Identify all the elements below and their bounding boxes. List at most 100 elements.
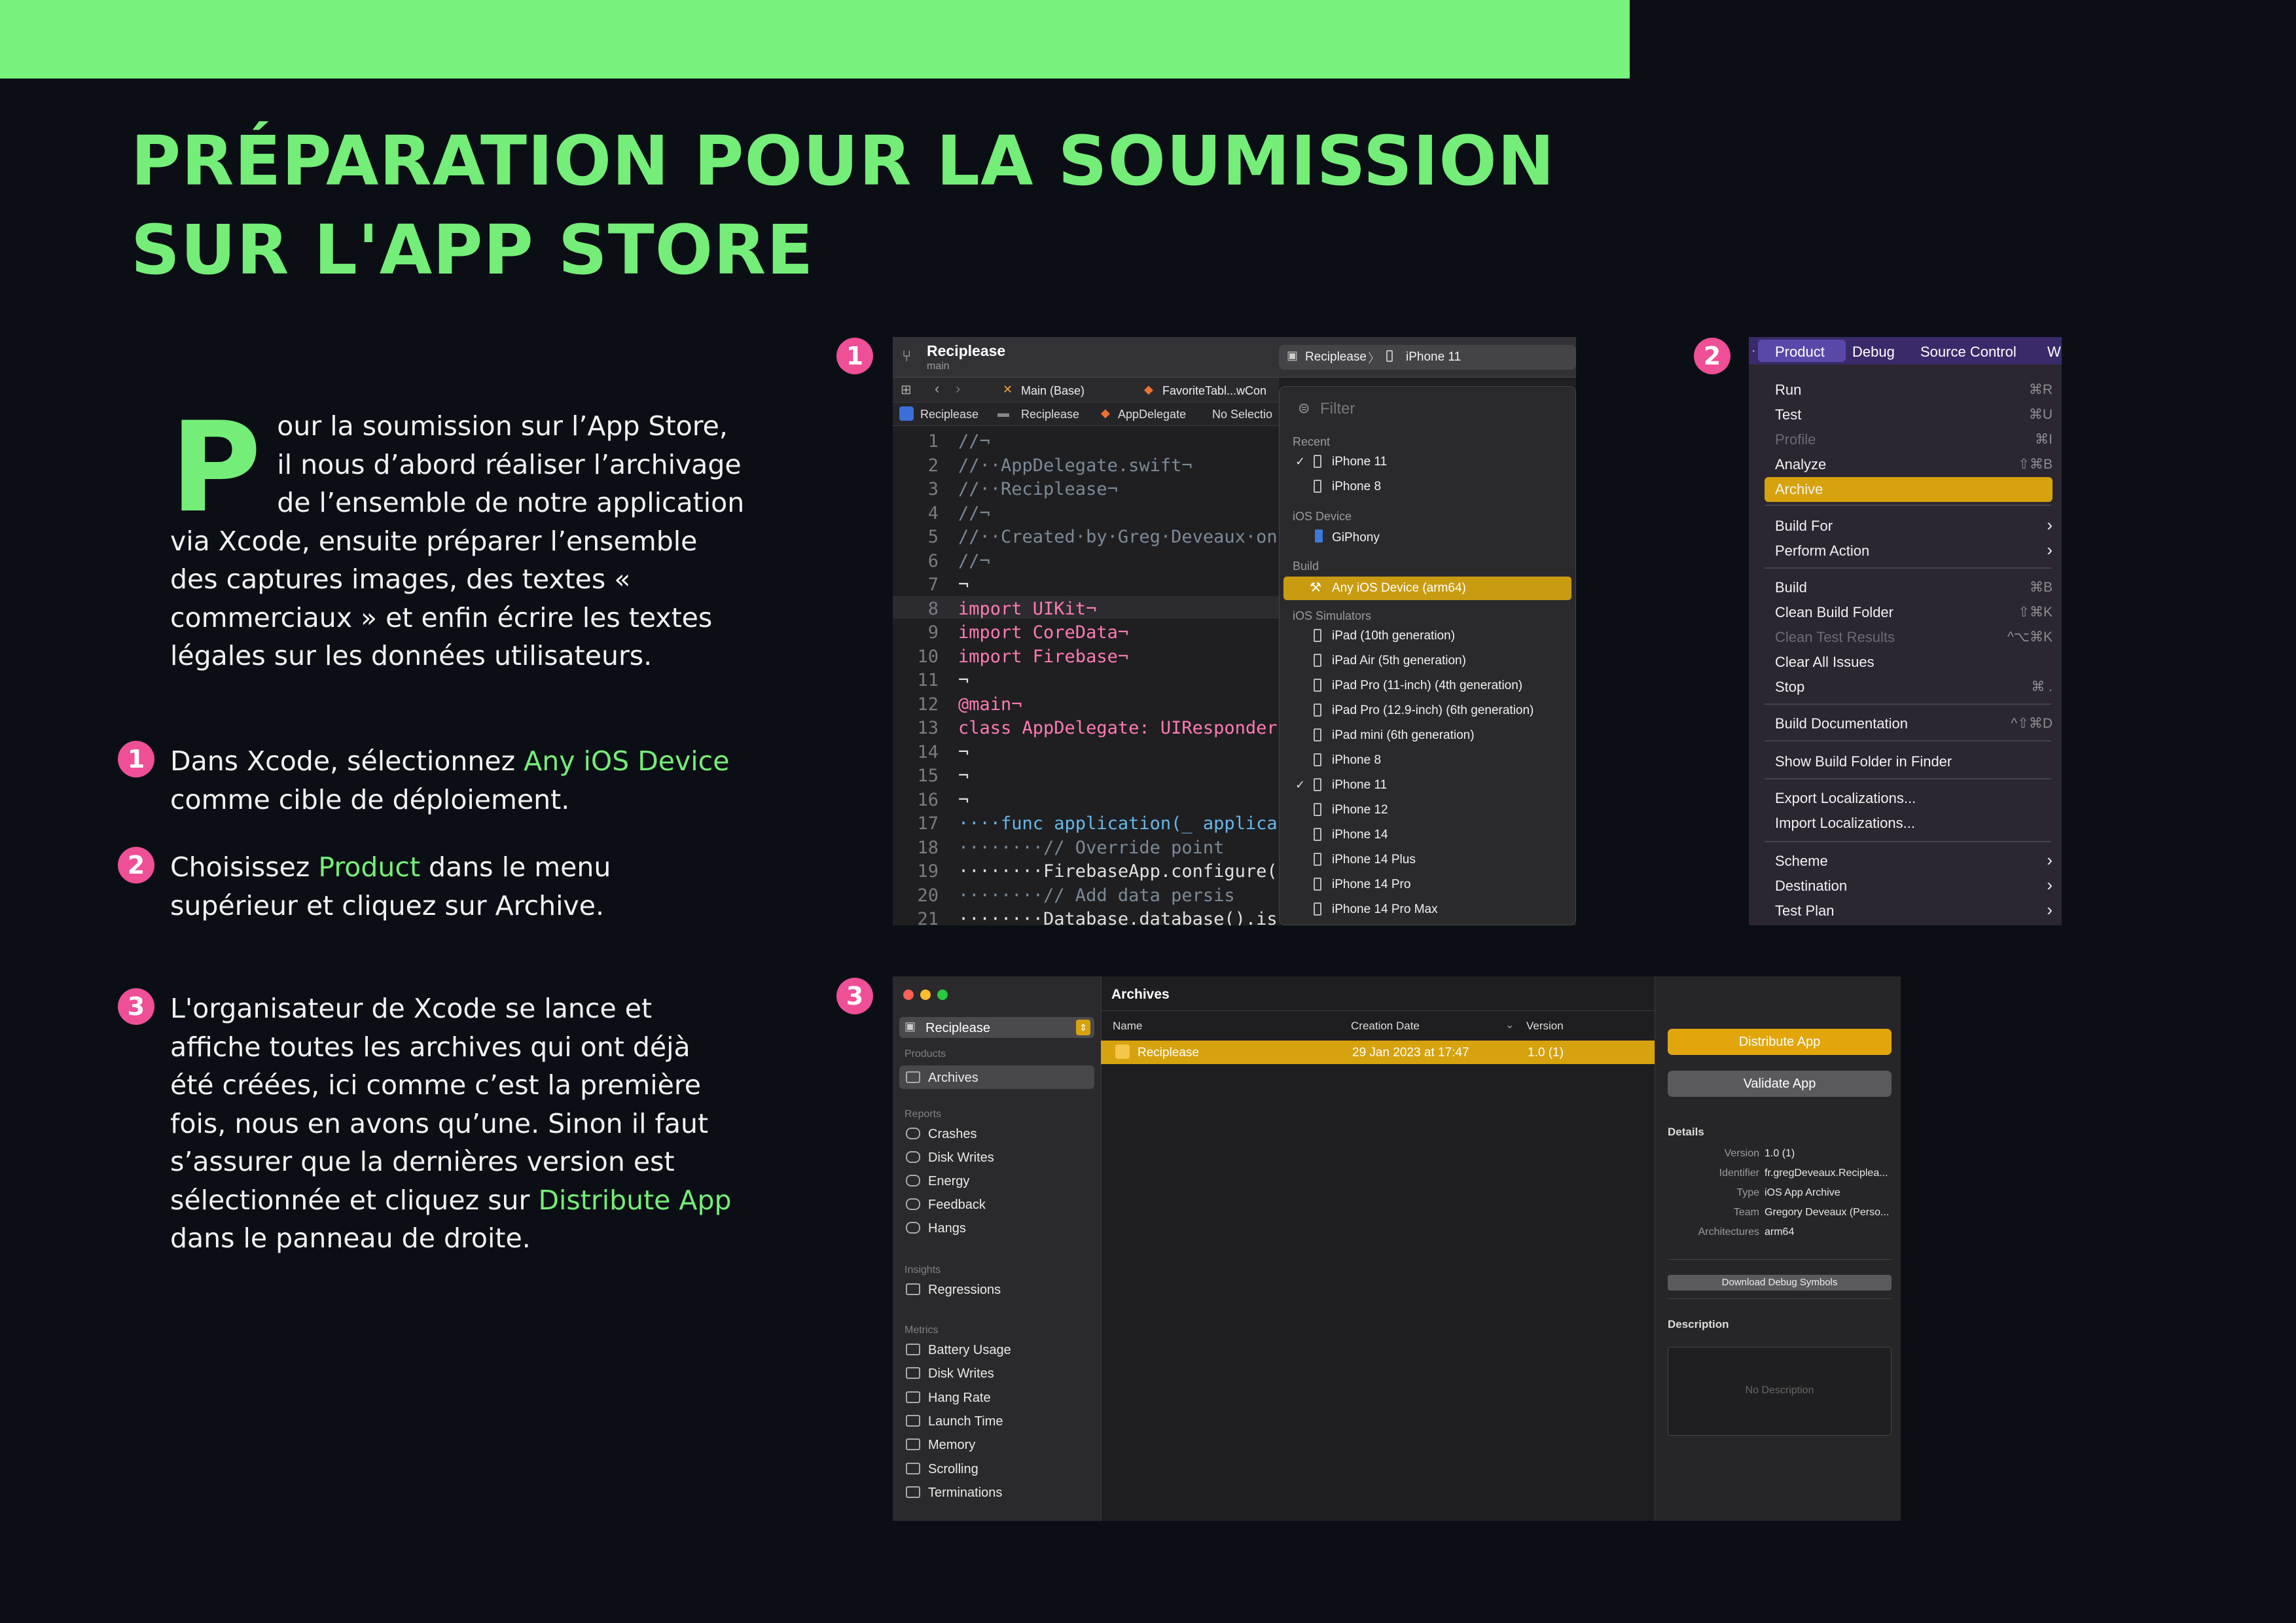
- menu-item-destination[interactable]: Destination: [1775, 878, 1847, 895]
- menu-item-import-localizations[interactable]: Import Localizations...: [1775, 815, 1915, 832]
- menu-item-build-documentation[interactable]: Build Documentation: [1775, 715, 1908, 732]
- distribute-app-button[interactable]: Distribute App: [1668, 1029, 1892, 1055]
- menu-item-profile[interactable]: Profile: [1775, 431, 1816, 448]
- sidebar-item-hang-rate[interactable]: Hang Rate: [928, 1391, 991, 1406]
- tab-main-base[interactable]: Main (Base): [1021, 384, 1085, 398]
- code-line[interactable]: ········// Add data persis: [958, 885, 1235, 906]
- menu-item-scheme[interactable]: Scheme: [1775, 853, 1828, 870]
- menu-item-export-localizations[interactable]: Export Localizations...: [1775, 790, 1916, 807]
- code-line[interactable]: //¬: [958, 503, 990, 524]
- sidebar-item-launch-time[interactable]: Launch Time: [928, 1414, 1003, 1429]
- sidebar-item-disk-writes[interactable]: Disk Writes: [928, 1366, 994, 1382]
- menu-item-build-for[interactable]: Build For: [1775, 518, 1833, 535]
- simulator-ipad-10th-generation[interactable]: iPad (10th generation): [1332, 629, 1455, 643]
- simulator-ipad-pro-12-9-inch-6th-generation[interactable]: iPad Pro (12.9-inch) (6th generation): [1332, 704, 1534, 718]
- menu-item-clean-build-folder[interactable]: Clean Build Folder: [1775, 604, 1893, 621]
- menu-item-perform-action[interactable]: Perform Action: [1775, 543, 1869, 560]
- simulator-ipad-air-5th-generation[interactable]: iPad Air (5th generation): [1332, 654, 1466, 668]
- menu-item-show-build-folder-in-finder[interactable]: Show Build Folder in Finder: [1775, 753, 1952, 770]
- simulator-iphone-14[interactable]: iPhone 14: [1332, 828, 1388, 842]
- code-line[interactable]: ¬: [958, 742, 969, 762]
- breadcrumb-group[interactable]: Reciplease: [1021, 408, 1079, 421]
- breadcrumb-project[interactable]: Reciplease: [920, 408, 978, 421]
- menu-item-archive[interactable]: Archive: [1775, 481, 1823, 498]
- sidebar-item-crashes[interactable]: Crashes: [928, 1127, 977, 1142]
- sidebar-item-battery-usage[interactable]: Battery Usage: [928, 1343, 1011, 1358]
- code-line[interactable]: import CoreData¬: [958, 622, 1128, 643]
- simulator-ipad-pro-11-inch-4th-generation[interactable]: iPad Pro (11-inch) (4th generation): [1332, 679, 1522, 693]
- menu-item-run[interactable]: Run: [1775, 382, 1801, 399]
- zoom-window-button[interactable]: [937, 990, 948, 1000]
- menu-item-clear-all-issues[interactable]: Clear All Issues: [1775, 654, 1874, 671]
- detail-value-type: iOS App Archive: [1765, 1187, 1840, 1198]
- simulator-iphone-14-pro[interactable]: iPhone 14 Pro: [1332, 878, 1410, 892]
- code-line[interactable]: //¬: [958, 431, 990, 452]
- breadcrumb-selection[interactable]: No Selectio: [1212, 408, 1272, 421]
- code-line[interactable]: import UIKit¬: [958, 599, 1096, 619]
- back-icon[interactable]: ‹: [935, 380, 939, 397]
- simulator-iphone-8[interactable]: iPhone 8: [1332, 753, 1381, 768]
- sidebar-item-regressions[interactable]: Regressions: [928, 1283, 1001, 1298]
- code-line[interactable]: ¬: [958, 575, 969, 595]
- menu-item-build[interactable]: Build: [1775, 579, 1807, 596]
- filter-input[interactable]: Filter: [1320, 400, 1355, 418]
- simulator-ipad-mini-6th-generation[interactable]: iPad mini (6th generation): [1332, 728, 1475, 743]
- simulator-iphone-14-plus[interactable]: iPhone 14 Plus: [1332, 853, 1416, 867]
- archive-version: 1.0 (1): [1528, 1046, 1564, 1060]
- sidebar-item-feedback[interactable]: Feedback: [928, 1198, 986, 1213]
- column-name[interactable]: Name: [1113, 1020, 1142, 1033]
- menu-debug[interactable]: Debug: [1852, 344, 1895, 361]
- sidebar-item-memory[interactable]: Memory: [928, 1438, 975, 1453]
- code-line[interactable]: class AppDelegate: UIResponder: [958, 718, 1278, 738]
- sidebar-item-terminations[interactable]: Terminations: [928, 1486, 1002, 1501]
- code-line[interactable]: ····func application(_ applica: [958, 813, 1278, 834]
- reports-header: Reports: [905, 1109, 942, 1120]
- ios-device-item[interactable]: GiPhony: [1332, 531, 1380, 545]
- simulator-iphone-11[interactable]: iPhone 11: [1332, 778, 1387, 793]
- tab-favorite-table[interactable]: FavoriteTabl...wCon: [1162, 384, 1266, 398]
- sidebar-item-hangs[interactable]: Hangs: [928, 1221, 966, 1236]
- simulator-iphone-14-pro-max[interactable]: iPhone 14 Pro Max: [1332, 902, 1438, 917]
- column-version[interactable]: Version: [1526, 1020, 1564, 1033]
- code-line[interactable]: ········// Override point: [958, 838, 1224, 858]
- recent-device-iphone-11[interactable]: iPhone 11: [1332, 455, 1387, 469]
- hang-rate-icon: [906, 1391, 920, 1403]
- menu-item-test-plan[interactable]: Test Plan: [1775, 902, 1835, 919]
- breadcrumb-file[interactable]: AppDelegate: [1118, 408, 1186, 421]
- menu-source-control[interactable]: Source Control: [1920, 344, 2017, 361]
- code-line[interactable]: ¬: [958, 790, 969, 810]
- code-line[interactable]: //··AppDelegate.swift¬: [958, 455, 1193, 476]
- code-line[interactable]: //¬: [958, 551, 990, 571]
- grid-icon[interactable]: ⊞: [901, 382, 912, 398]
- minimize-window-button[interactable]: [920, 990, 931, 1000]
- code-line[interactable]: ········Database.database().is: [958, 909, 1278, 925]
- step-2-text: Choisissez Product dans le menu supérieu…: [170, 848, 720, 925]
- close-window-button[interactable]: [903, 990, 914, 1000]
- forward-icon[interactable]: ›: [956, 380, 960, 397]
- recent-device-iphone-8[interactable]: iPhone 8: [1332, 480, 1381, 494]
- menu-window[interactable]: W: [2047, 344, 2061, 361]
- menu-item-stop[interactable]: Stop: [1775, 679, 1804, 696]
- code-line[interactable]: import Firebase¬: [958, 647, 1128, 667]
- sidebar-item-energy[interactable]: Energy: [928, 1174, 969, 1189]
- menu-item-analyze[interactable]: Analyze: [1775, 456, 1826, 473]
- line-number: 14: [917, 741, 939, 762]
- sidebar-item-scrolling[interactable]: Scrolling: [928, 1462, 978, 1477]
- code-line[interactable]: ¬: [958, 670, 969, 690]
- menu-item-test[interactable]: Test: [1775, 406, 1801, 423]
- code-line[interactable]: @main¬: [958, 694, 1022, 715]
- validate-app-button[interactable]: Validate App: [1668, 1071, 1892, 1097]
- download-debug-symbols-button[interactable]: Download Debug Symbols: [1668, 1275, 1892, 1291]
- scheme-name[interactable]: Reciplease: [1305, 350, 1367, 365]
- code-line[interactable]: //··Created·by·Greg·Deveaux·on: [958, 527, 1278, 547]
- destination-name[interactable]: iPhone 11: [1406, 350, 1461, 365]
- code-line[interactable]: ········FirebaseApp.configure(: [958, 861, 1278, 882]
- code-line[interactable]: ¬: [958, 766, 969, 786]
- menu-item-clean-test-results[interactable]: Clean Test Results: [1775, 629, 1895, 646]
- simulator-iphone-12[interactable]: iPhone 12: [1332, 803, 1388, 817]
- menu-product[interactable]: Product: [1775, 344, 1825, 361]
- code-editor[interactable]: 1 //¬ 2 //··AppDelegate.swift¬ 3 //··Reciplea…: [893, 429, 1279, 925]
- code-line[interactable]: //··Reciplease¬: [958, 479, 1118, 499]
- sidebar-item-disk-writes[interactable]: Disk Writes: [928, 1150, 994, 1166]
- column-creation-date[interactable]: Creation Date: [1351, 1020, 1420, 1033]
